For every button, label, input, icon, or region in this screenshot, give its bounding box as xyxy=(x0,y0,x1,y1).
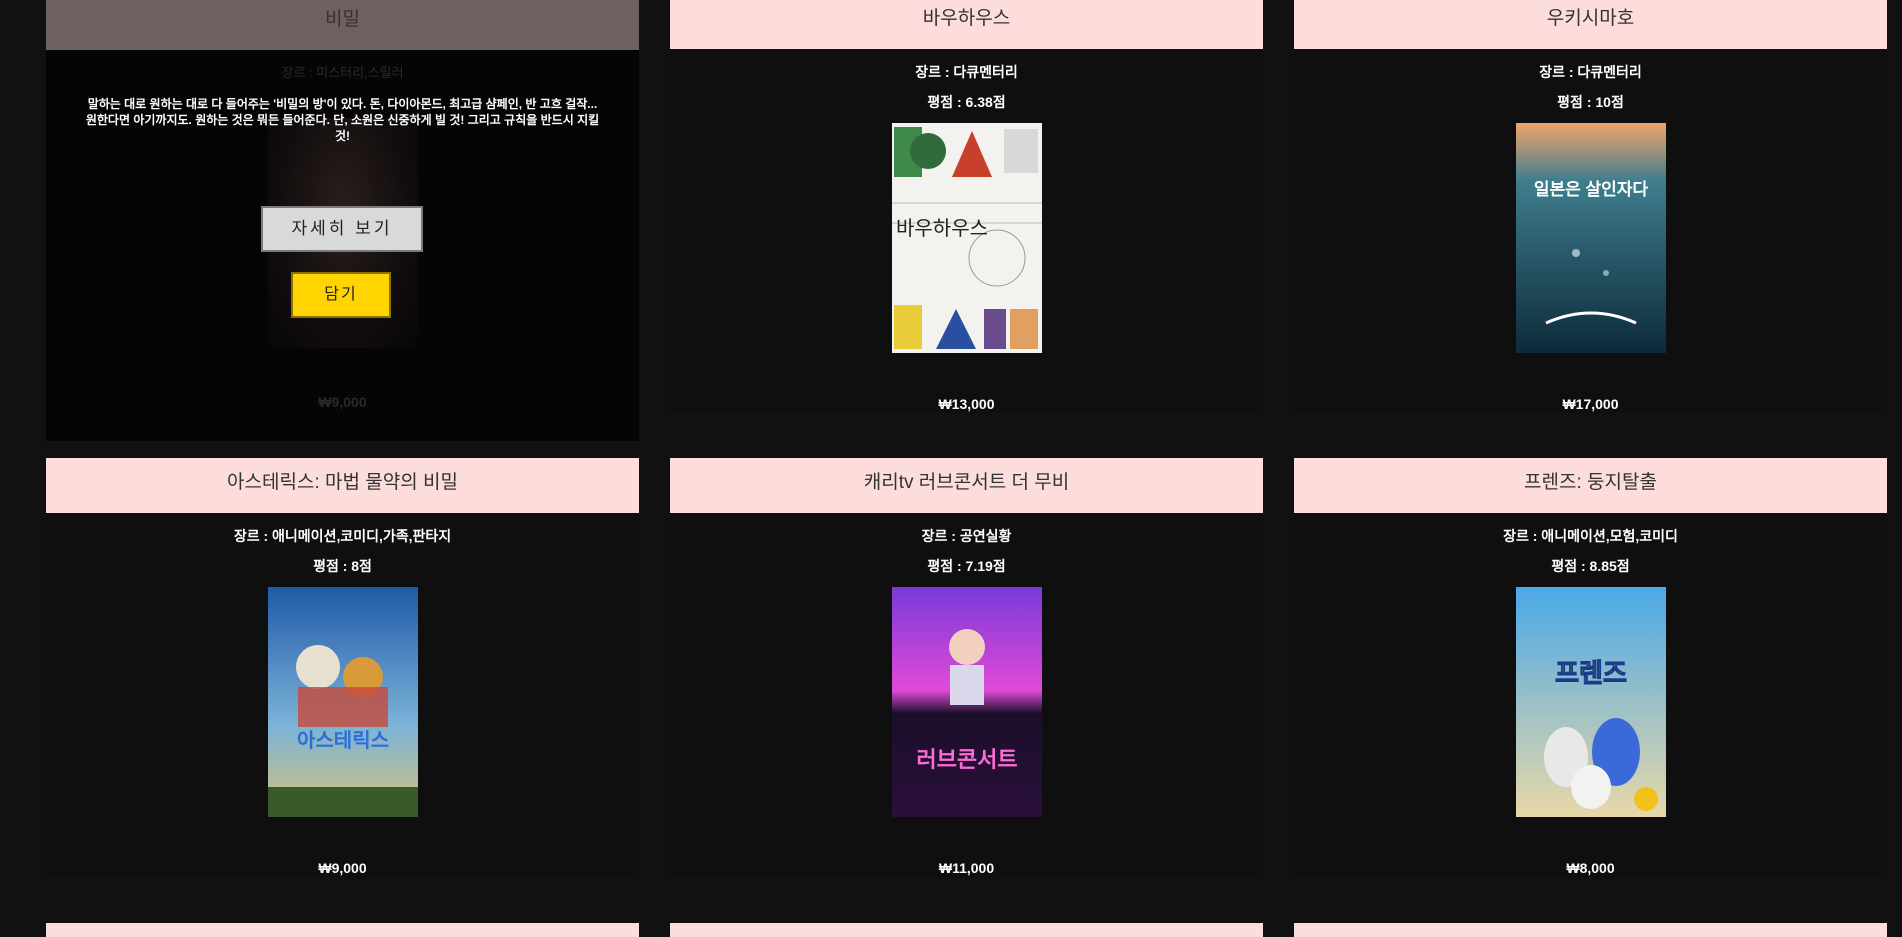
poster-text: 아스테릭스 xyxy=(297,729,389,752)
movie-score: 평점 : 7.19점 xyxy=(927,558,1006,574)
movie-price: ₩11,000 xyxy=(938,860,995,876)
movie-card-title-bar xyxy=(670,923,1263,937)
movie-genre: 장르 : 다큐멘터리 xyxy=(915,64,1018,80)
poster-text: 프렌즈 xyxy=(1555,658,1627,688)
movie-price: ₩9,000 xyxy=(318,394,367,410)
movie-title: 캐리tv 러브콘서트 더 무비 xyxy=(670,458,1263,513)
movie-score: 평점 : 8.85점 xyxy=(1551,558,1630,574)
detail-button[interactable]: 자세히 보기 xyxy=(261,206,423,252)
poster-text: 일본은 살인자다 xyxy=(1533,180,1648,199)
movie-card-overlay[interactable]: 비밀 장르 : 미스터리,스릴러 ₩9,000 말하는 대로 원하는 대로 다 … xyxy=(46,0,639,441)
movie-genre: 장르 : 다큐멘터리 xyxy=(1539,64,1642,80)
movie-genre: 장르 : 애니메이션,모험,코미디 xyxy=(1503,528,1678,544)
movie-overview: 말하는 대로 원하는 대로 다 들어주는 '비밀의 방'이 있다. 돈, 다이아… xyxy=(85,97,600,143)
poster-text: 바우하우스 xyxy=(896,217,988,240)
movie-price: ₩13,000 xyxy=(938,396,995,412)
movie-title: 아스테릭스: 마법 물약의 비밀 xyxy=(46,458,639,513)
movie-card[interactable]: 우키시마호 장르 : 다큐멘터리 평점 : 10점 일본은 살인자다 ₩17,0… xyxy=(1294,0,1887,413)
movie-score: 평점 : 8점 xyxy=(313,558,372,574)
movie-card[interactable]: 캐리tv 러브콘서트 더 무비 장르 : 공연실황 평점 : 7.19점 러브콘… xyxy=(670,458,1263,877)
movie-price: ₩17,000 xyxy=(1562,396,1619,412)
movie-poster[interactable]: 아스테릭스 xyxy=(267,587,418,817)
movie-title: 비밀 xyxy=(46,0,639,50)
poster-text: 러브콘서트 xyxy=(916,747,1017,772)
movie-price: ₩9,000 xyxy=(318,860,367,876)
movie-card-title-bar xyxy=(1294,923,1887,937)
movie-poster[interactable]: 프렌즈 xyxy=(1515,587,1666,817)
movie-poster[interactable]: 바우하우스 xyxy=(891,123,1042,353)
movie-genre: 장르 : 미스터리,스릴러 xyxy=(281,65,404,80)
movie-poster[interactable]: 일본은 살인자다 xyxy=(1515,123,1666,353)
movie-genre: 장르 : 공연실황 xyxy=(921,528,1012,544)
movie-card[interactable]: 바우하우스 장르 : 다큐멘터리 평점 : 6.38점 바우하우스 ₩13,00… xyxy=(670,0,1263,413)
movie-title: 바우하우스 xyxy=(670,0,1263,49)
movie-title: 우키시마호 xyxy=(1294,0,1887,49)
add-to-cart-button[interactable]: 담기 xyxy=(291,272,391,318)
movie-card[interactable]: 프렌즈: 둥지탈출 장르 : 애니메이션,모험,코미디 평점 : 8.85점 프… xyxy=(1294,458,1887,877)
movie-card[interactable]: 아스테릭스: 마법 물약의 비밀 장르 : 애니메이션,코미디,가족,판타지 평… xyxy=(46,458,639,877)
movie-title: 프렌즈: 둥지탈출 xyxy=(1294,458,1887,513)
movie-score: 평점 : 10점 xyxy=(1557,94,1624,110)
movie-price: ₩8,000 xyxy=(1566,860,1615,876)
movie-poster[interactable]: 러브콘서트 xyxy=(891,587,1042,817)
movie-card-title-bar xyxy=(46,923,639,937)
movie-genre: 장르 : 애니메이션,코미디,가족,판타지 xyxy=(233,528,452,544)
movie-score: 평점 : 6.38점 xyxy=(927,94,1006,110)
